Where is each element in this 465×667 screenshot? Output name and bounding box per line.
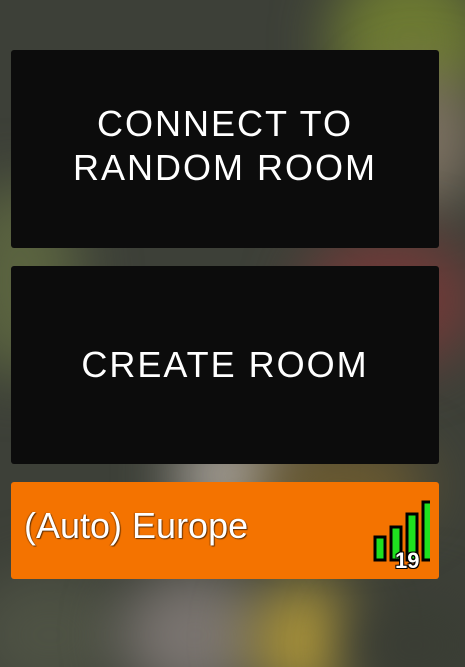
connect-random-room-label: CONNECT TO RANDOM ROOM: [73, 103, 377, 188]
region-label: (Auto) Europe: [24, 505, 249, 546]
connect-random-room-button[interactable]: CONNECT TO RANDOM ROOM: [11, 50, 439, 248]
create-room-label: CREATE ROOM: [81, 344, 369, 386]
signal-bar-1: [373, 535, 387, 562]
region-selector-button[interactable]: (Auto) Europe 19: [11, 482, 439, 579]
signal-bar-4: [421, 500, 430, 562]
create-room-button[interactable]: CREATE ROOM: [11, 266, 439, 464]
ping-value: 19: [395, 548, 420, 573]
